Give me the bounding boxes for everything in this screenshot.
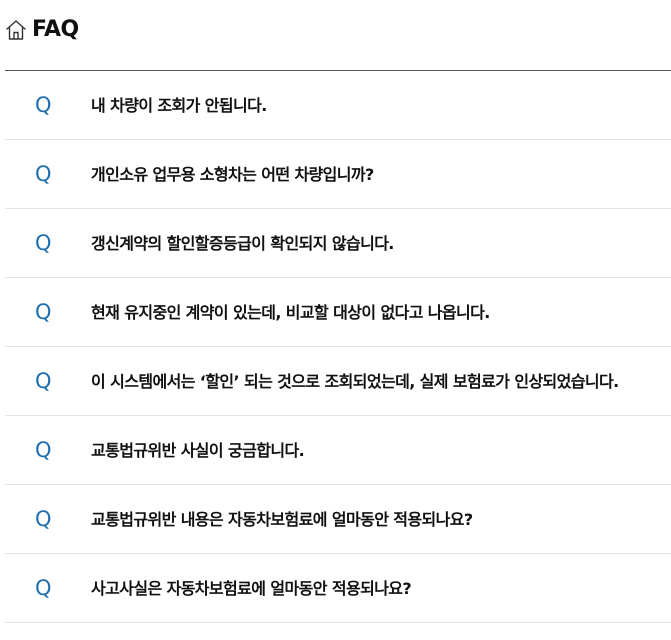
q-marker: Q [35,438,52,462]
q-marker: Q [35,300,52,324]
faq-item[interactable]: Q 교통법규위반 내용은 자동차보험료에 얼마동안 적용되나요? [5,485,671,554]
page-title: FAQ [32,17,79,42]
faq-question[interactable]: 이 시스템에서는 ‘할인’ 되는 것으로 조회되었는데, 실제 보험료가 인상되… [91,347,619,416]
page-header: FAQ [5,0,671,71]
q-marker: Q [35,162,52,186]
faq-question[interactable]: 내 차량이 조회가 안됩니다. [91,71,267,140]
q-marker: Q [35,369,52,393]
faq-item[interactable]: Q 갱신계약의 할인할증등급이 확인되지 않습니다. [5,209,671,278]
q-marker: Q [35,231,52,255]
faq-item[interactable]: Q 내 차량이 조회가 안됩니다. [5,71,671,140]
q-marker: Q [35,93,52,117]
faq-item[interactable]: Q 사고사실은 자동차보험료에 얼마동안 적용되나요? [5,554,671,623]
faq-question[interactable]: 개인소유 업무용 소형차는 어떤 차량입니까? [91,140,374,209]
q-marker: Q [35,576,52,600]
faq-question[interactable]: 갱신계약의 할인할증등급이 확인되지 않습니다. [91,209,394,278]
faq-question[interactable]: 사고사실은 자동차보험료에 얼마동안 적용되나요? [91,554,412,623]
faq-question[interactable]: 교통법규위반 내용은 자동차보험료에 얼마동안 적용되나요? [91,485,473,554]
faq-list: Q 내 차량이 조회가 안됩니다. Q 개인소유 업무용 소형차는 어떤 차량입… [5,71,671,623]
q-marker: Q [35,507,52,531]
home-icon[interactable] [5,18,27,42]
faq-item[interactable]: Q 교통법규위반 사실이 궁금합니다. [5,416,671,485]
faq-item[interactable]: Q 현재 유지중인 계약이 있는데, 비교할 대상이 없다고 나옵니다. [5,278,671,347]
faq-item[interactable]: Q 이 시스템에서는 ‘할인’ 되는 것으로 조회되었는데, 실제 보험료가 인… [5,347,671,416]
faq-question[interactable]: 현재 유지중인 계약이 있는데, 비교할 대상이 없다고 나옵니다. [91,278,490,347]
faq-item[interactable]: Q 개인소유 업무용 소형차는 어떤 차량입니까? [5,140,671,209]
faq-question[interactable]: 교통법규위반 사실이 궁금합니다. [91,416,305,485]
